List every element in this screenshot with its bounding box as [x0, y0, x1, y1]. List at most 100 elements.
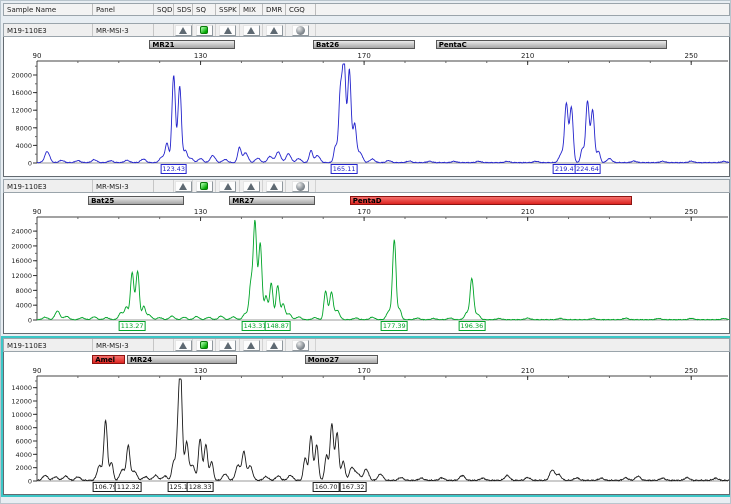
flag-button-dmr[interactable]: [266, 181, 283, 192]
sample-block-3-selected: M19-110E3 MR-MSI-3 AmelMR24Mono279013017…: [3, 338, 730, 495]
electropherogram-blue[interactable]: MR21Bat26PentaC9013017021025004000800012…: [3, 37, 730, 177]
axis-tick-label: 8000: [15, 424, 32, 432]
sample-name-cell[interactable]: M19-110E3: [4, 339, 93, 351]
electropherogram-green[interactable]: Bat25MR27PentaD9013017021025004000800012…: [3, 193, 730, 334]
panel-cell[interactable]: MR-MSI-3: [93, 339, 154, 351]
panel-cell[interactable]: MR-MSI-3: [93, 24, 154, 36]
flag-button-sds[interactable]: [175, 340, 192, 351]
header-cell-filler: [316, 4, 729, 15]
axis-tick-label: 10000: [11, 411, 32, 419]
flag-button-sspk[interactable]: [219, 340, 236, 351]
axis-tick-label: 170: [357, 367, 370, 375]
axis-tick-label: 130: [194, 52, 207, 60]
green-square-icon: [200, 182, 208, 190]
flag-button-sspk[interactable]: [219, 25, 236, 36]
flag-button-cgq[interactable]: [292, 340, 309, 351]
allele-size-label[interactable]: 196.36: [459, 321, 486, 331]
green-square-icon: [200, 26, 208, 34]
flag-button-sspk[interactable]: [219, 181, 236, 192]
axis-tick-label: 130: [194, 208, 207, 216]
allele-size-label[interactable]: 165.11: [331, 164, 358, 174]
flag-button-sq[interactable]: [196, 340, 213, 351]
row-filler: [316, 339, 729, 351]
axis-tick-label: 170: [357, 208, 370, 216]
sample-row[interactable]: M19-110E3 MR-MSI-3: [3, 179, 730, 193]
flag-cell-cgq: [286, 24, 316, 36]
flag-button-sq[interactable]: [196, 25, 213, 36]
axis-tick-label: 4000: [15, 451, 32, 459]
flag-cell-cgq: [286, 180, 316, 192]
allele-size-label[interactable]: 224.64: [574, 164, 601, 174]
axis-tick-label: 12000: [11, 272, 32, 280]
axis-tick-label: 8000: [15, 287, 32, 295]
allele-size-label[interactable]: 148.87: [264, 321, 291, 331]
axis-tick-label: 90: [33, 367, 42, 375]
flag-cell-dmr: [263, 180, 286, 192]
allele-size-label[interactable]: 167.32: [340, 482, 367, 492]
flag-cell-sspk: [216, 180, 240, 192]
flag-cell-mix: [240, 180, 263, 192]
sample-name-cell[interactable]: M19-110E3: [4, 180, 93, 192]
allele-size-label[interactable]: 177.39: [381, 321, 408, 331]
header-cell-sample-name: Sample Name: [4, 4, 93, 15]
sample-row[interactable]: M19-110E3 MR-MSI-3: [3, 338, 730, 352]
flag-cell-sspk: [216, 24, 240, 36]
panel-cell[interactable]: MR-MSI-3: [93, 180, 154, 192]
header-cell-sspk: SSPK: [216, 4, 240, 15]
trace-svg: 9013017021025004000800012000160002000024…: [4, 193, 729, 333]
row-filler: [316, 180, 729, 192]
axis-tick-label: 90: [33, 208, 42, 216]
axis-tick-label: 12000: [11, 107, 32, 115]
axis-tick-label: 210: [521, 367, 534, 375]
flag-cell-sq: [193, 339, 216, 351]
axis-tick-label: 4000: [15, 302, 32, 310]
flag-button-dmr[interactable]: [266, 340, 283, 351]
axis-tick-label: 24000: [11, 228, 32, 236]
flag-cell-sds: [174, 24, 193, 36]
axis-tick-label: 12000: [11, 398, 32, 406]
triangle-icon: [179, 342, 187, 349]
flag-button-cgq[interactable]: [292, 181, 309, 192]
flag-button-dmr[interactable]: [266, 25, 283, 36]
axis-tick-label: 4000: [15, 142, 32, 150]
row-filler: [316, 24, 729, 36]
flag-button-cgq[interactable]: [292, 25, 309, 36]
axis-tick-label: 130: [194, 367, 207, 375]
circle-icon: [296, 341, 305, 350]
allele-size-label[interactable]: 112.32: [115, 482, 142, 492]
electropherogram-trace: [37, 379, 729, 481]
triangle-icon: [247, 183, 255, 190]
header-cell-cgq: CGQ: [286, 4, 316, 15]
triangle-icon: [270, 27, 278, 34]
sample-name-cell[interactable]: M19-110E3: [4, 24, 93, 36]
allele-size-label[interactable]: 160.70: [313, 482, 340, 492]
axis-tick-label: 8000: [15, 124, 32, 132]
allele-size-label[interactable]: 123.43: [160, 164, 187, 174]
triangle-icon: [224, 342, 232, 349]
flag-button-mix[interactable]: [243, 340, 260, 351]
circle-icon: [296, 182, 305, 191]
triangle-icon: [179, 27, 187, 34]
circle-icon: [296, 26, 305, 35]
allele-size-label[interactable]: 128.33: [187, 482, 214, 492]
flag-button-sds[interactable]: [175, 25, 192, 36]
electropherogram-trace: [37, 220, 729, 320]
triangle-icon: [247, 27, 255, 34]
flag-button-mix[interactable]: [243, 25, 260, 36]
flag-button-sq[interactable]: [196, 181, 213, 192]
axis-tick-label: 210: [521, 52, 534, 60]
flag-cell-sq: [193, 24, 216, 36]
flag-cell-dmr: [263, 24, 286, 36]
sample-row[interactable]: M19-110E3 MR-MSI-3: [3, 23, 730, 37]
axis-tick-label: 170: [357, 52, 370, 60]
axis-tick-label: 250: [685, 52, 698, 60]
axis-tick-label: 210: [521, 208, 534, 216]
flag-cell-sds: [174, 180, 193, 192]
electropherogram-black[interactable]: AmelMR24Mono2790130170210250020004000600…: [3, 352, 730, 495]
allele-size-label[interactable]: 113.27: [119, 321, 146, 331]
flag-button-mix[interactable]: [243, 181, 260, 192]
header-cell-panel: Panel: [93, 4, 154, 15]
header-cell-mix: MIX: [240, 4, 263, 15]
flag-button-sds[interactable]: [175, 181, 192, 192]
green-square-icon: [200, 341, 208, 349]
